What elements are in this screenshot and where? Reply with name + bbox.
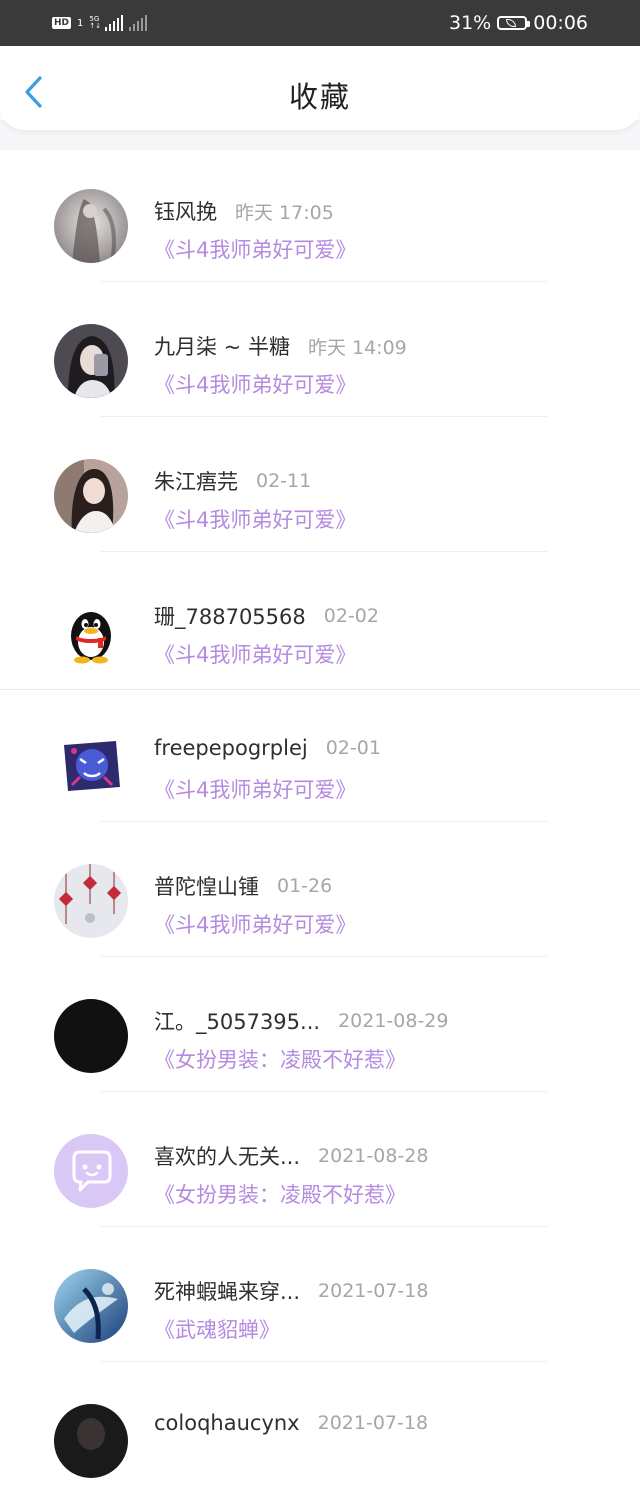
book-title-link[interactable]: 《斗4我师弟好可爱》 bbox=[154, 774, 356, 804]
book-title-link[interactable]: 《斗4我师弟好可爱》 bbox=[154, 639, 356, 669]
timestamp: 2021-07-18 bbox=[317, 1412, 429, 1434]
avatar[interactable] bbox=[54, 459, 128, 533]
page-header: 收藏 bbox=[0, 46, 640, 130]
network-type-icon: 5G ↑↓ bbox=[89, 15, 102, 30]
timestamp: 01-26 bbox=[277, 875, 333, 897]
username: 朱江痦芫 bbox=[154, 470, 238, 494]
book-title-link[interactable]: 《斗4我师弟好可爱》 bbox=[154, 504, 356, 534]
favorite-item[interactable]: 九月柒 ~ 半糖 昨天 14:09 《斗4我师弟好可爱》 bbox=[0, 285, 640, 420]
signal-no-service-icon bbox=[129, 15, 148, 31]
avatar[interactable] bbox=[54, 864, 128, 938]
book-title-link[interactable]: 《斗4我师弟好可爱》 bbox=[154, 234, 356, 264]
avatar[interactable] bbox=[54, 1269, 128, 1343]
username: 九月柒 ~ 半糖 bbox=[154, 335, 290, 359]
username: 钰风挽 bbox=[154, 200, 217, 224]
timestamp: 02-02 bbox=[323, 605, 379, 627]
timestamp: 昨天 17:05 bbox=[235, 201, 334, 224]
page-title: 收藏 bbox=[288, 80, 351, 114]
divider bbox=[100, 821, 548, 822]
qq-penguin-icon[interactable] bbox=[54, 594, 128, 668]
favorite-item[interactable]: 普陀惶山锺 01-26 《斗4我师弟好可爱》 bbox=[0, 825, 640, 960]
timestamp: 02-01 bbox=[325, 737, 381, 759]
divider bbox=[100, 956, 548, 957]
divider bbox=[100, 1226, 548, 1227]
favorite-item[interactable]: 珊_788705568 02-02 《斗4我师弟好可爱》 bbox=[0, 555, 640, 690]
favorite-item[interactable]: 喜欢的人无关... 2021-08-28 《女扮男装：凌殿不好惹》 bbox=[0, 1095, 640, 1230]
username: coloqhaucynx bbox=[154, 1411, 300, 1435]
clock: 00:06 bbox=[533, 12, 588, 34]
favorites-list: 钰风挽 昨天 17:05 《斗4我师弟好可爱》 九月柒 ~ 半糖 昨天 14:0… bbox=[0, 150, 640, 1500]
favorite-item[interactable]: 朱江痦芫 02-11 《斗4我师弟好可爱》 bbox=[0, 420, 640, 555]
avatar[interactable] bbox=[54, 324, 128, 398]
signal-strength-icon bbox=[105, 15, 124, 31]
username: freepepogrplej bbox=[154, 736, 308, 760]
timestamp: 02-11 bbox=[256, 470, 312, 492]
sim-slot-label: 1 bbox=[77, 17, 84, 29]
favorite-item[interactable]: 钰风挽 昨天 17:05 《斗4我师弟好可爱》 bbox=[0, 150, 640, 285]
chat-bubble-icon[interactable] bbox=[54, 1134, 128, 1208]
hd-voice-icon: HD bbox=[52, 17, 72, 29]
divider bbox=[100, 416, 548, 417]
book-title-link[interactable]: 《女扮男装：凌殿不好惹》 bbox=[154, 1044, 406, 1074]
divider bbox=[100, 1361, 548, 1362]
divider bbox=[100, 281, 548, 282]
username: 死神蝦蝇来穿... bbox=[154, 1280, 301, 1304]
username: 珊_788705568 bbox=[154, 605, 306, 629]
username: 江。_5057395... bbox=[154, 1010, 321, 1034]
timestamp: 昨天 14:09 bbox=[307, 336, 407, 359]
avatar[interactable] bbox=[54, 729, 128, 803]
username: 普陀惶山锺 bbox=[154, 875, 259, 899]
book-title-link[interactable]: 《女扮男装：凌殿不好惹》 bbox=[154, 1179, 406, 1209]
book-title-link[interactable]: 《武魂貂蝉》 bbox=[154, 1314, 280, 1344]
status-bar: HD 1 5G ↑↓ 31% 00:06 bbox=[0, 0, 640, 46]
avatar[interactable] bbox=[54, 1404, 128, 1478]
timestamp: 2021-07-18 bbox=[318, 1280, 429, 1302]
divider bbox=[100, 551, 548, 552]
favorite-item[interactable]: 江。_5057395... 2021-08-29 《女扮男装：凌殿不好惹》 bbox=[0, 960, 640, 1095]
avatar[interactable] bbox=[54, 189, 128, 263]
favorite-item[interactable]: 死神蝦蝇来穿... 2021-07-18 《武魂貂蝉》 bbox=[0, 1230, 640, 1365]
favorite-item[interactable]: coloqhaucynx 2021-07-18 bbox=[0, 1365, 640, 1500]
book-title-link[interactable]: 《斗4我师弟好可爱》 bbox=[154, 369, 356, 399]
favorite-item[interactable]: freepepogrplej 02-01 《斗4我师弟好可爱》 bbox=[0, 690, 640, 825]
timestamp: 2021-08-29 bbox=[338, 1010, 449, 1032]
book-title-link[interactable]: 《斗4我师弟好可爱》 bbox=[154, 909, 356, 939]
username: 喜欢的人无关... bbox=[154, 1145, 301, 1169]
divider bbox=[100, 1091, 548, 1092]
timestamp: 2021-08-28 bbox=[318, 1145, 429, 1167]
avatar[interactable] bbox=[54, 999, 128, 1073]
battery-percent: 31% bbox=[449, 12, 492, 34]
battery-icon bbox=[497, 16, 531, 30]
